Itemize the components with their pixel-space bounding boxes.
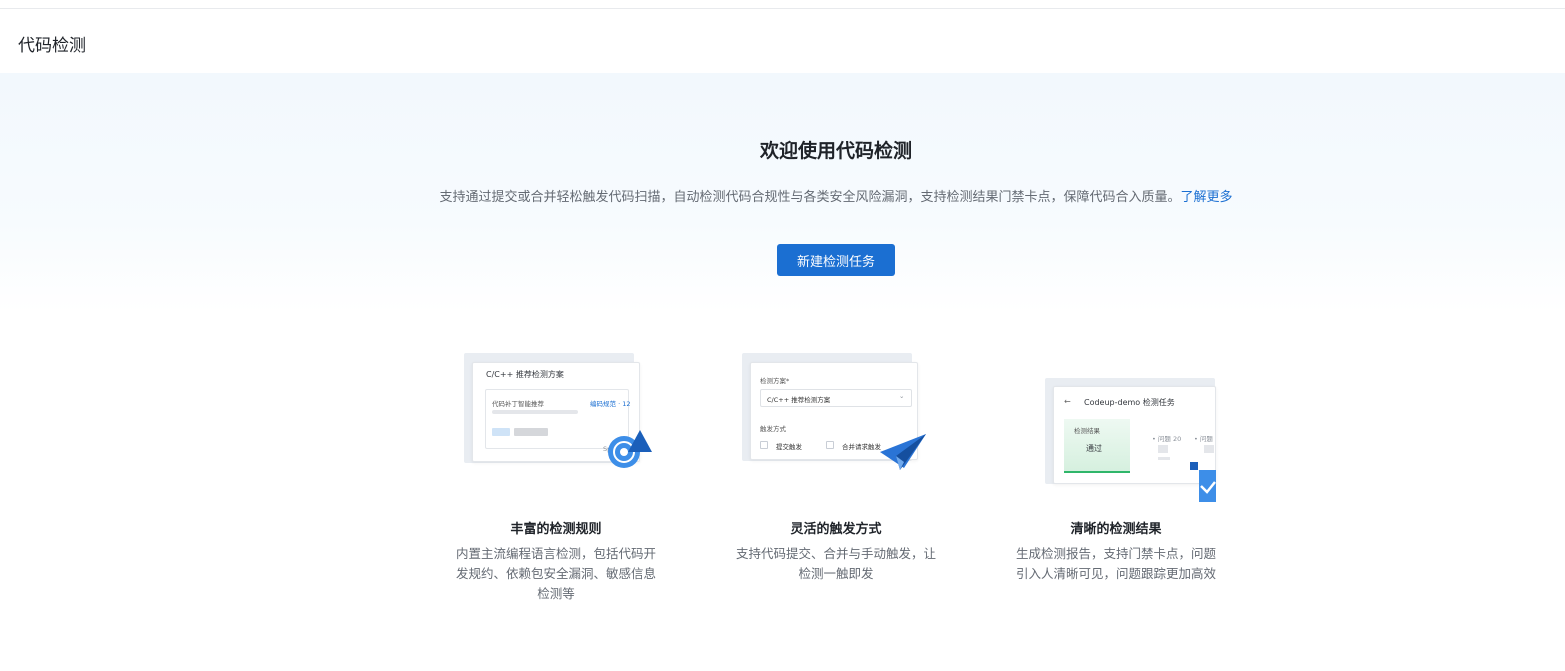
tag-grey <box>514 428 548 436</box>
chevron-down-icon: ⌄ <box>899 392 905 400</box>
page-title: 代码检测 <box>18 36 86 56</box>
checkbox-icon <box>760 441 768 449</box>
mock-task-title: Codeup-demo 检测任务 <box>1084 398 1175 407</box>
feature-description: 生成检测报告，支持门禁卡点，问题引入人清晰可见，问题跟踪更加高效 <box>1016 546 1217 581</box>
feature-title: 丰富的检测规则 <box>510 522 602 537</box>
page-header: 代码检测 <box>0 9 1565 73</box>
mock-scheme-select: C/C++ 推荐检测方案 ⌄ <box>760 389 912 407</box>
create-scan-task-button[interactable]: 新建检测任务 <box>777 244 895 276</box>
placeholder-line <box>1158 457 1170 460</box>
feature-title: 清晰的检测结果 <box>1070 522 1162 537</box>
placeholder-bar <box>492 410 578 414</box>
mock-stat-a: • 问题 20 <box>1152 435 1182 443</box>
hero-description-text: 支持通过提交或合并轻松触发代码扫描，自动检测代码合规性与各类安全风险漏洞，支持检… <box>439 190 1181 205</box>
placeholder-block <box>1204 445 1214 453</box>
welcome-title: 欢迎使用代码检测 <box>759 140 912 162</box>
results-illustration: ← Codeup-demo 检测任务 检测结果 通过 • 问题 20 • 问题 <box>1016 350 1216 502</box>
learn-more-link[interactable]: 了解更多 <box>1181 190 1233 205</box>
mock-trigger-label: 触发方式 <box>760 425 786 433</box>
check-badge-icon <box>1199 470 1216 502</box>
feature-description: 支持代码提交、合并与手动触发，让检测一触即发 <box>736 546 937 581</box>
feature-card-triggers: 检测方案* C/C++ 推荐检测方案 ⌄ 触发方式 提交触发 合并请求触发 灵活… <box>736 350 936 581</box>
mock-result-label: 检测结果 <box>1074 427 1100 435</box>
mock-scheme-label: 检测方案* <box>760 377 790 385</box>
back-arrow-icon: ← <box>1064 397 1071 406</box>
mock-row-label: 代码补丁智能推荐 <box>492 400 544 408</box>
rules-illustration: C/C++ 推荐检测方案 代码补丁智能推荐 编码规范 · 12 Spotbugs… <box>456 350 656 500</box>
tag-blue <box>492 428 510 436</box>
feature-card-results: ← Codeup-demo 检测任务 检测结果 通过 • 问题 20 • 问题 … <box>1016 350 1216 581</box>
accent-square <box>1190 462 1198 470</box>
mock-option-merge: 合并请求触发 <box>842 443 881 451</box>
target-icon <box>608 430 652 468</box>
mock-stat-b: • 问题 <box>1194 435 1213 443</box>
hero-description: 支持通过提交或合并轻松触发代码扫描，自动检测代码合规性与各类安全风险漏洞，支持检… <box>0 186 1565 205</box>
feature-description: 内置主流编程语言检测，包括代码开发规约、依赖包安全漏洞、敏感信息检测等 <box>456 546 657 601</box>
placeholder-block <box>1158 445 1168 453</box>
feature-card-rules: C/C++ 推荐检测方案 代码补丁智能推荐 编码规范 · 12 Spotbugs… <box>456 350 656 601</box>
mock-card-title: C/C++ 推荐检测方案 <box>486 370 564 379</box>
mock-row-badge: 编码规范 · 12 <box>590 400 631 408</box>
mock-scheme-value: C/C++ 推荐检测方案 <box>767 396 831 404</box>
checkbox-icon <box>826 441 834 449</box>
triggers-illustration: 检测方案* C/C++ 推荐检测方案 ⌄ 触发方式 提交触发 合并请求触发 <box>736 350 936 500</box>
feature-title: 灵活的触发方式 <box>790 522 882 537</box>
paper-plane-icon <box>880 434 926 470</box>
mock-option-commit: 提交触发 <box>776 443 802 451</box>
result-pass-block: 检测结果 通过 <box>1064 419 1130 473</box>
mock-result-value: 通过 <box>1086 444 1102 453</box>
